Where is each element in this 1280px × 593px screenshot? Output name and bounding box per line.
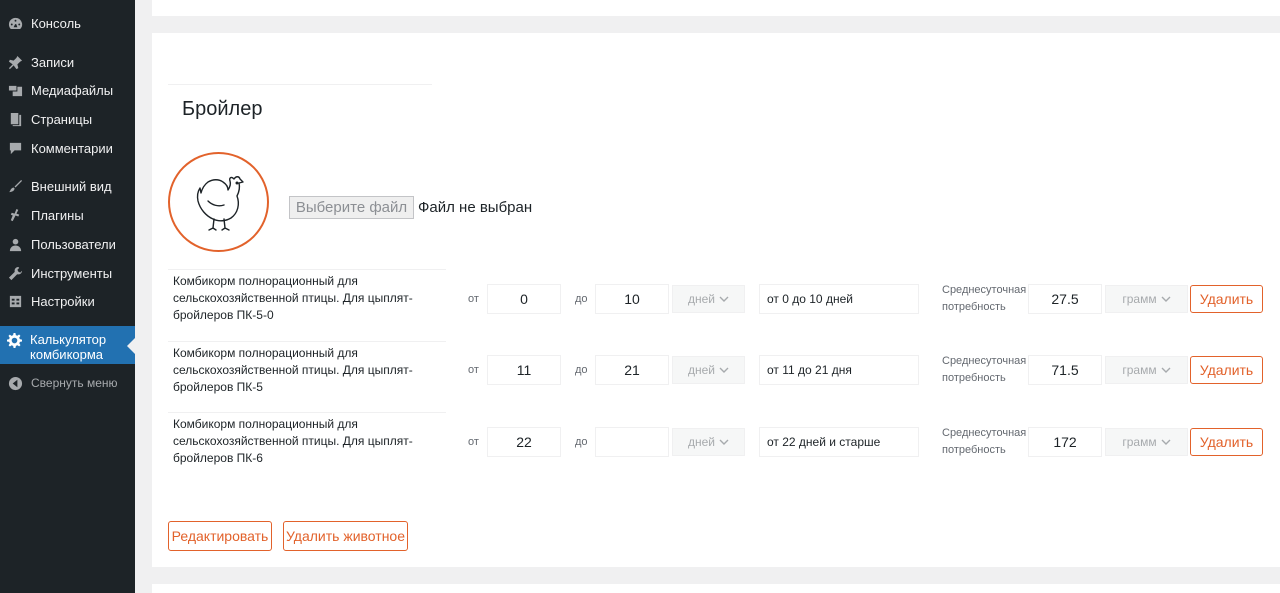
- sidebar-item-label: Консоль: [31, 15, 81, 31]
- chevron-down-icon: [1161, 296, 1171, 302]
- daily-need-label: Среднесуточная потребность: [942, 284, 1027, 313]
- delete-row-button[interactable]: Удалить: [1190, 356, 1263, 384]
- unit-value: грамм: [1122, 435, 1157, 449]
- sidebar-item-console[interactable]: Консоль: [0, 9, 135, 37]
- chevron-down-icon: [719, 439, 729, 445]
- sidebar-item-label: Инструменты: [31, 265, 113, 281]
- brush-icon: [7, 178, 23, 194]
- daily-need-label: Среднесуточная потребность: [942, 355, 1027, 384]
- previous-card: [152, 0, 1280, 16]
- sidebar-item-settings[interactable]: Настройки: [0, 287, 135, 315]
- period-input[interactable]: от 22 дней и старше: [759, 427, 919, 457]
- sidebar-item-tools[interactable]: Инструменты: [0, 259, 135, 287]
- plugin-icon: [7, 207, 23, 223]
- edit-button[interactable]: Редактировать: [168, 521, 272, 551]
- choose-file-button[interactable]: Выберите файл: [289, 196, 414, 219]
- dashboard-icon: [7, 15, 23, 31]
- to-input[interactable]: 10: [595, 284, 669, 314]
- unit-value: грамм: [1122, 292, 1157, 306]
- from-input[interactable]: 0: [487, 284, 561, 314]
- to-label: до: [575, 436, 588, 448]
- sidebar-item-posts[interactable]: Записи: [0, 48, 135, 76]
- sidebar-item-users[interactable]: Пользователи: [0, 230, 135, 258]
- gear-icon: [7, 332, 22, 348]
- need-unit-select[interactable]: грамм: [1105, 356, 1188, 384]
- sidebar-item-appearance[interactable]: Внешний вид: [0, 172, 135, 200]
- from-input[interactable]: 11: [487, 355, 561, 385]
- need-unit-select[interactable]: грамм: [1105, 428, 1188, 456]
- daily-need-input[interactable]: 71.5: [1028, 355, 1102, 385]
- period-input[interactable]: от 0 до 10 дней: [759, 284, 919, 314]
- from-label: от: [468, 364, 479, 376]
- animal-avatar: [168, 152, 269, 252]
- sidebar-item-label: Пользователи: [31, 236, 116, 252]
- feed-description: Комбикорм полнорационный для сельскохозя…: [168, 341, 446, 396]
- sidebar-item-feed-calculator[interactable]: Калькулятор комбикорма: [0, 326, 135, 364]
- collapse-icon: [7, 375, 23, 391]
- to-label: до: [575, 364, 588, 376]
- to-label: до: [575, 293, 588, 305]
- feed-description: Комбикорм полнорационный для сельскохозя…: [168, 269, 446, 324]
- settings-icon: [7, 293, 23, 309]
- file-status: Файл не выбран: [418, 199, 533, 216]
- wrench-icon: [7, 265, 23, 281]
- from-label: от: [468, 436, 479, 448]
- collapse-menu-button[interactable]: Свернуть меню: [0, 369, 135, 397]
- from-input[interactable]: 22: [487, 427, 561, 457]
- sidebar-item-pages[interactable]: Страницы: [0, 105, 135, 133]
- chevron-down-icon: [1161, 367, 1171, 373]
- sidebar-item-label: Медиафайлы: [31, 82, 114, 98]
- unit-value: грамм: [1122, 363, 1157, 377]
- sidebar-item-label: Настройки: [31, 293, 95, 309]
- unit-value: дней: [687, 435, 715, 449]
- to-input[interactable]: [595, 427, 669, 457]
- sidebar-item-label: Внешний вид: [31, 178, 112, 194]
- sidebar-item-label: Записи: [31, 54, 75, 70]
- age-unit-select[interactable]: дней: [672, 285, 745, 313]
- need-unit-select[interactable]: грамм: [1105, 285, 1188, 313]
- media-icon: [7, 82, 23, 98]
- sidebar-item-label: Свернуть меню: [31, 376, 118, 390]
- comment-icon: [7, 140, 23, 156]
- chicken-icon: [196, 176, 244, 231]
- sidebar-item-label: Страницы: [31, 111, 93, 127]
- sidebar-item-label: Плагины: [31, 207, 84, 223]
- animal-title: Бройлер: [182, 98, 263, 120]
- feed-description: Комбикорм полнорационный для сельскохозя…: [168, 412, 446, 467]
- admin-sidebar: Консоль Записи Медиафайлы Страницы Комме…: [0, 0, 135, 593]
- next-card: [152, 584, 1280, 593]
- age-unit-select[interactable]: дней: [672, 428, 745, 456]
- chevron-down-icon: [719, 296, 729, 302]
- sidebar-item-plugins[interactable]: Плагины: [0, 201, 135, 229]
- daily-need-input[interactable]: 27.5: [1028, 284, 1102, 314]
- period-input[interactable]: от 11 до 21 дня: [759, 355, 919, 385]
- sidebar-item-label: Калькулятор комбикорма: [30, 332, 107, 362]
- age-unit-select[interactable]: дней: [672, 356, 745, 384]
- animal-title-box: Бройлер: [168, 84, 432, 132]
- unit-value: дней: [687, 292, 715, 306]
- sidebar-item-comments[interactable]: Комментарии: [0, 134, 135, 162]
- daily-need-label: Среднесуточная потребность: [942, 427, 1027, 456]
- pin-icon: [7, 54, 23, 70]
- sidebar-item-media[interactable]: Медиафайлы: [0, 76, 135, 104]
- chevron-down-icon: [1161, 439, 1171, 445]
- from-label: от: [468, 293, 479, 305]
- sidebar-item-label: Комментарии: [31, 140, 113, 156]
- to-input[interactable]: 21: [595, 355, 669, 385]
- user-icon: [7, 236, 23, 252]
- unit-value: дней: [687, 363, 715, 377]
- chevron-down-icon: [719, 367, 729, 373]
- delete-animal-button[interactable]: Удалить животное: [283, 521, 408, 551]
- delete-row-button[interactable]: Удалить: [1190, 428, 1263, 456]
- page-icon: [7, 111, 23, 127]
- daily-need-input[interactable]: 172: [1028, 427, 1102, 457]
- delete-row-button[interactable]: Удалить: [1190, 285, 1263, 313]
